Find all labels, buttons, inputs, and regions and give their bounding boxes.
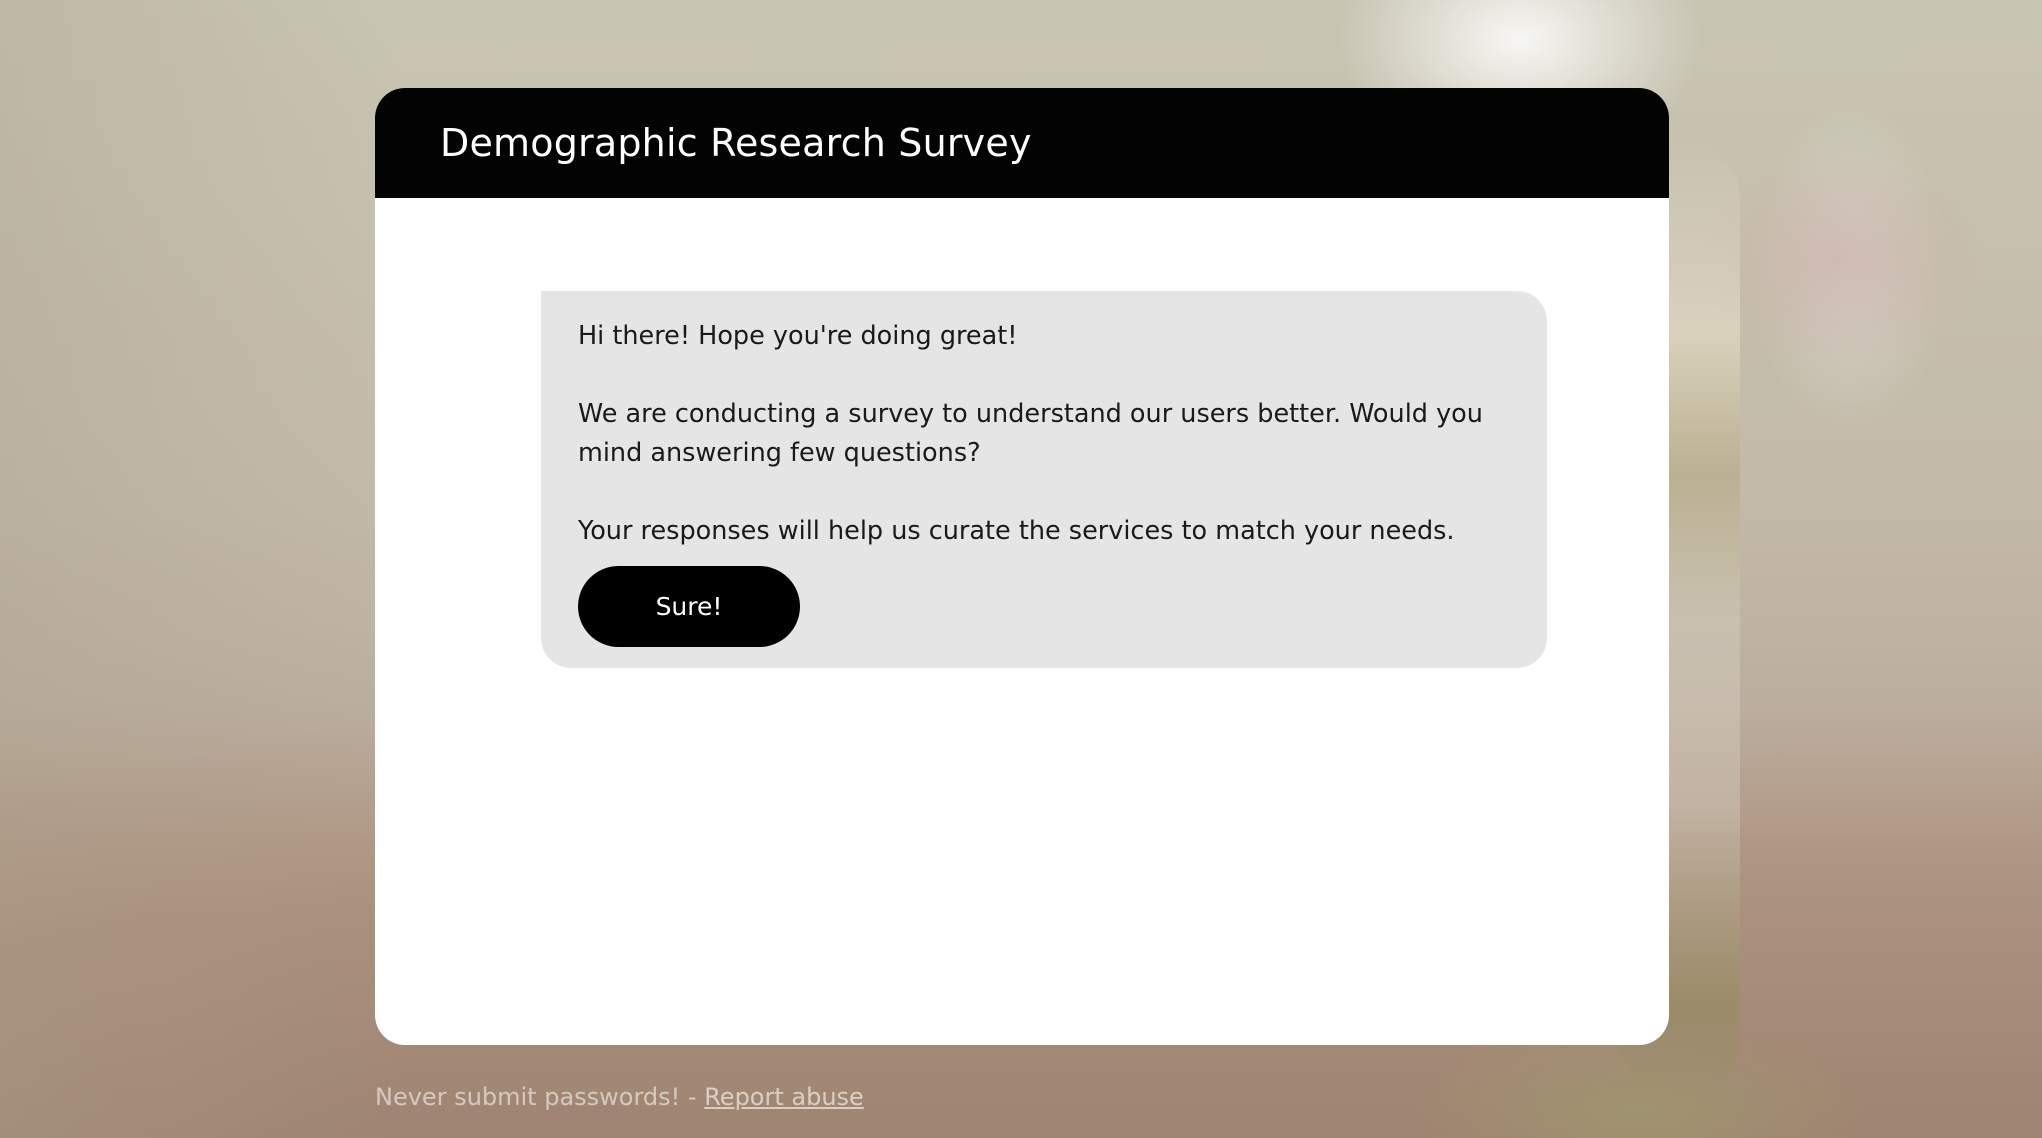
request-text: We are conducting a survey to understand…: [578, 399, 1483, 468]
footer: Never submit passwords! - Report abuse: [375, 1083, 864, 1111]
sure-button[interactable]: Sure!: [578, 566, 800, 647]
survey-header: Demographic Research Survey: [375, 88, 1669, 198]
report-abuse-link[interactable]: Report abuse: [704, 1083, 864, 1111]
survey-title: Demographic Research Survey: [440, 121, 1032, 165]
message-bubble: Hi there! Hope you're doing great! We ar…: [541, 291, 1547, 668]
background-shade: [0, 0, 400, 1138]
password-warning: Never submit passwords! -: [375, 1083, 705, 1111]
greeting-text: Hi there! Hope you're doing great!: [578, 321, 1018, 351]
survey-card: Demographic Research Survey Hi there! Ho…: [375, 88, 1669, 1045]
purpose-text: Your responses will help us curate the s…: [578, 516, 1455, 546]
